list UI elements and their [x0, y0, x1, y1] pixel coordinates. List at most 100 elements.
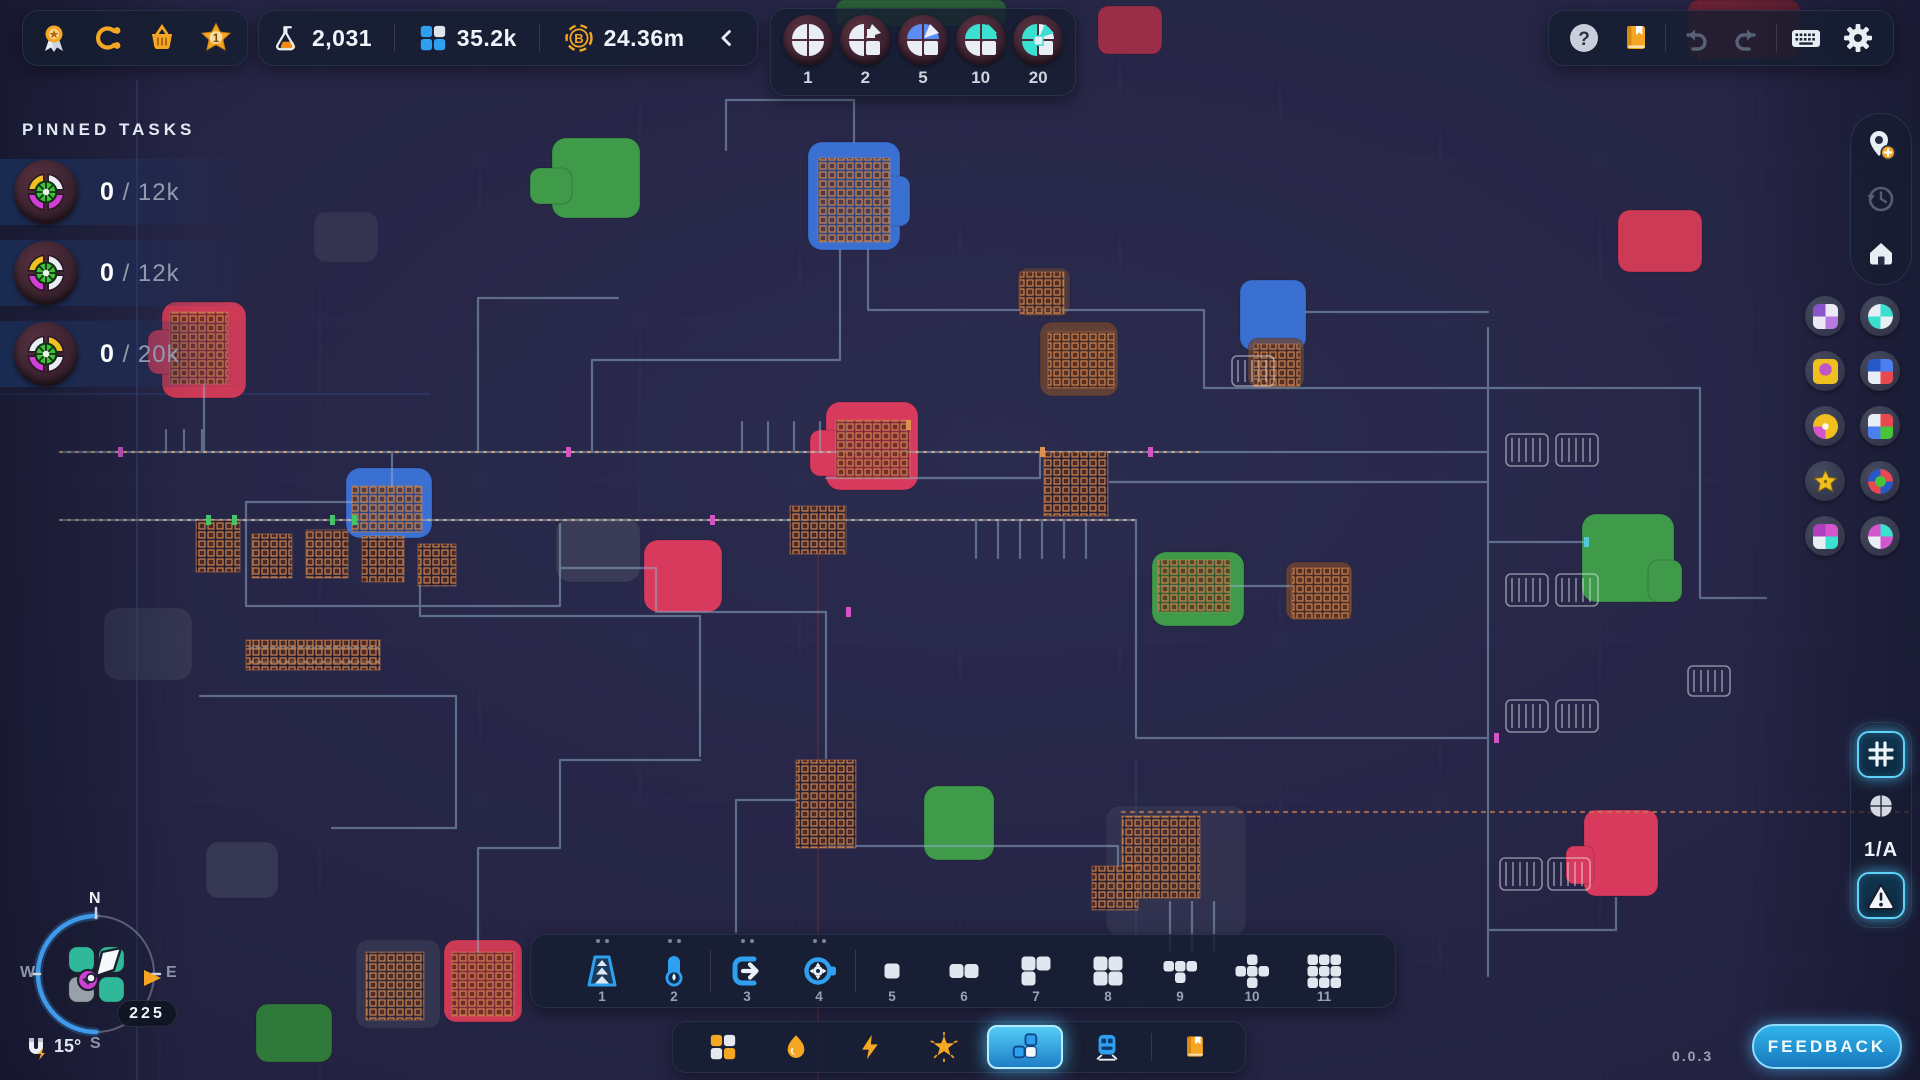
shape-layer-button[interactable]: [1859, 786, 1903, 825]
quartered-circle-icon: [1869, 794, 1893, 818]
task-progress: 0 / 12k: [100, 259, 180, 288]
task-shape-badge: [14, 160, 78, 224]
pinned-task-row[interactable]: 0 / 12k: [0, 240, 252, 306]
building-slot-extractor[interactable]: 3: [711, 935, 783, 1007]
history-button[interactable]: [1858, 176, 1904, 222]
shape-glyph: [1868, 304, 1893, 329]
building-slot-conveyor[interactable]: 1: [566, 935, 638, 1007]
collapse-resources-button[interactable]: [707, 15, 747, 61]
research-value: 2,031: [312, 25, 372, 52]
tab-shapes[interactable]: [693, 1025, 753, 1069]
world-map[interactable]: [0, 0, 1920, 1080]
platform-l-icon: [1018, 953, 1054, 989]
pinned-task-row[interactable]: 0 / 12k: [0, 159, 252, 225]
redo-button[interactable]: [1724, 15, 1770, 61]
building-slot-processor[interactable]: 4: [783, 935, 855, 1007]
shape-glyph: [1868, 524, 1893, 549]
milestone-option-10[interactable]: 10: [952, 15, 1010, 88]
tab-energy[interactable]: [840, 1025, 900, 1069]
home-icon: [1864, 236, 1898, 270]
shape-badge: [956, 15, 1006, 65]
hotkey-label: 5: [856, 989, 928, 1004]
compass-widget[interactable]: N W E S 225 15°: [18, 888, 198, 1080]
milestone-option-1[interactable]: 1: [779, 15, 837, 88]
storage-arrays: [1232, 356, 1730, 890]
task-current: 0: [100, 259, 115, 287]
help-button[interactable]: ?: [1561, 15, 1607, 61]
platform-3x3-icon: [1306, 953, 1342, 989]
shape-goal-badge-3[interactable]: [1805, 351, 1845, 391]
pinned-task-row[interactable]: 0 / 20k: [0, 321, 252, 387]
undo-icon: [1679, 22, 1711, 54]
alerts-button[interactable]: [1857, 872, 1905, 919]
variant-dots: [783, 939, 855, 943]
star-shape-icon: [1813, 469, 1838, 494]
shape-glyph: [1813, 359, 1838, 384]
warning-icon: [1865, 880, 1897, 912]
shape-glyph: [1868, 414, 1893, 439]
divider: [1151, 1033, 1152, 1061]
platform-slot-plus[interactable]: 10: [1216, 935, 1288, 1007]
platform-slot-1x1[interactable]: 5: [856, 935, 928, 1007]
shape-goal-badge-10[interactable]: [1860, 516, 1900, 556]
platforms-logo-icon: [418, 23, 448, 53]
platform-slot-1x2[interactable]: 6: [928, 935, 1000, 1007]
platform-slot-l[interactable]: 7: [1000, 935, 1072, 1007]
tab-platforms[interactable]: [987, 1025, 1063, 1069]
shape-goal-badge-7[interactable]: [1805, 461, 1845, 501]
task-current: 0: [100, 340, 115, 368]
money[interactable]: B 24.36m: [559, 22, 689, 54]
building-slot-pipe[interactable]: 2: [638, 935, 710, 1007]
magnet-icon: [22, 1034, 50, 1062]
milestone-option-2[interactable]: 2: [837, 15, 895, 88]
shape-goal-badge-2[interactable]: [1860, 296, 1900, 336]
grid-icon: [1865, 738, 1897, 770]
task-target: 12k: [138, 179, 180, 206]
shop-button[interactable]: [139, 15, 185, 61]
tab-library[interactable]: [1165, 1025, 1225, 1069]
progression-button[interactable]: [85, 15, 131, 61]
achievements-button[interactable]: [31, 15, 77, 61]
home-button[interactable]: [1858, 230, 1904, 276]
processor-icon: [801, 953, 837, 989]
keybindings-button[interactable]: [1783, 15, 1829, 61]
shape-badge: [1013, 15, 1063, 65]
shape-goal-badge-4[interactable]: [1860, 351, 1900, 391]
feedback-button[interactable]: FEEDBACK: [1752, 1024, 1902, 1069]
settings-button[interactable]: [1835, 15, 1881, 61]
task-separator: /: [123, 179, 131, 206]
resources-panel: 2,031 35.2k B 24.36m: [258, 10, 758, 66]
grid-overlay-button[interactable]: [1857, 731, 1905, 778]
research-points[interactable]: 2,031: [269, 23, 376, 53]
task-current: 0: [100, 178, 115, 206]
milestone-count: 1: [803, 68, 812, 88]
wiki-button[interactable]: [1613, 15, 1659, 61]
shape-glyph: [1868, 469, 1893, 494]
task-target: 12k: [138, 260, 180, 287]
shape-glyph: [1813, 304, 1838, 329]
tab-fluids[interactable]: [766, 1025, 826, 1069]
shape-goal-badge-1[interactable]: [1805, 296, 1845, 336]
shape-goal-badge-8[interactable]: [1860, 461, 1900, 501]
milestone-count: 5: [918, 68, 927, 88]
game-viewport: 1 2,031 35.2k B 24.36m: [0, 0, 1920, 1080]
gear-icon: [1841, 21, 1875, 55]
shape-goal-badge-5[interactable]: [1805, 406, 1845, 446]
task-progress: 0 / 20k: [100, 340, 180, 369]
currency-letter: B: [574, 31, 583, 46]
platform-slot-t[interactable]: 9: [1144, 935, 1216, 1007]
platforms-tab-icon: [1010, 1032, 1040, 1062]
milestone-option-20[interactable]: 20: [1009, 15, 1067, 88]
platform-slot-2x2[interactable]: 8: [1072, 935, 1144, 1007]
add-marker-button[interactable]: [1858, 122, 1904, 168]
platform-slot-3x3[interactable]: 11: [1288, 935, 1360, 1007]
hotkey-label: 6: [928, 989, 1000, 1004]
shape-goal-badge-9[interactable]: [1805, 516, 1845, 556]
platform-units[interactable]: 35.2k: [414, 23, 521, 53]
shape-goal-badge-6[interactable]: [1860, 406, 1900, 446]
rank-button[interactable]: 1: [193, 15, 239, 61]
tab-trains[interactable]: [1077, 1025, 1137, 1069]
tab-effects[interactable]: [914, 1025, 974, 1069]
milestone-option-5[interactable]: 5: [894, 15, 952, 88]
undo-button[interactable]: [1672, 15, 1718, 61]
